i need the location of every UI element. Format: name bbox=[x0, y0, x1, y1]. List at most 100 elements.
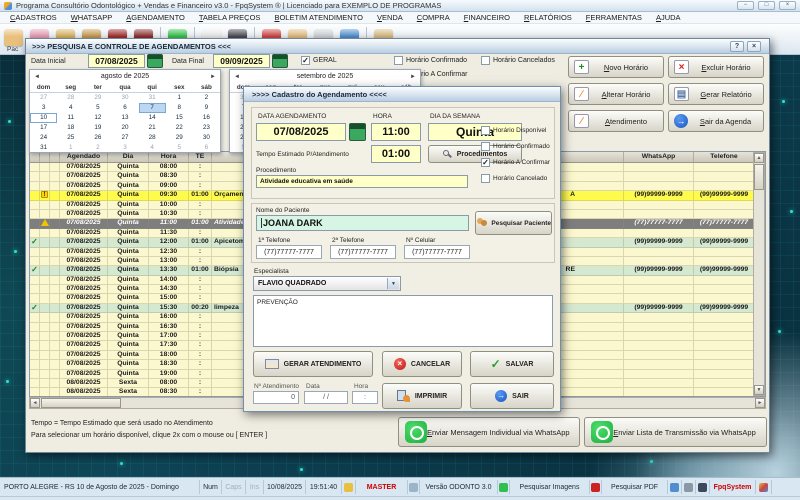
horizontal-scroll-thumb[interactable] bbox=[41, 398, 121, 408]
scroll-down-icon[interactable]: ▼ bbox=[754, 385, 764, 395]
dialog-checkbox-hora-rio-disponi-vel[interactable]: Horário Disponível bbox=[481, 126, 546, 135]
calendar-day[interactable]: 2 bbox=[84, 143, 111, 153]
data-final-calendar-icon[interactable] bbox=[272, 54, 288, 68]
key-icon[interactable] bbox=[344, 482, 353, 492]
status-segment-whatsapp-icon[interactable] bbox=[498, 480, 510, 494]
calendar-day[interactable]: 14 bbox=[139, 113, 166, 123]
calendar-day[interactable]: 26 bbox=[84, 133, 111, 143]
menu-boletim-atendimento[interactable]: BOLETIM ATENDIMENTO bbox=[267, 13, 370, 22]
status-segment-pesquisar-imagens[interactable]: Pesquisar Imagens bbox=[510, 480, 590, 494]
calendar-day[interactable]: 31 bbox=[30, 143, 57, 153]
menu-relato-rios[interactable]: RELATÓRIOS bbox=[517, 13, 579, 22]
help-icon[interactable]: ? bbox=[730, 41, 744, 52]
menu-tabela-prec-os[interactable]: TABELA PREÇOS bbox=[192, 13, 268, 22]
calendar-day[interactable]: 21 bbox=[139, 123, 166, 133]
data-inicial-calendar-icon[interactable] bbox=[147, 54, 163, 68]
calendar-day[interactable]: 6 bbox=[193, 143, 220, 153]
procedimento-field[interactable]: Atividade educativa em saúde bbox=[256, 175, 468, 188]
whatsapp-individual-button[interactable]: Enviar Mensagem Individual via WhatsApp bbox=[398, 417, 580, 447]
filter-checkbox-hora-rio-cancelados[interactable]: Horário Cancelados bbox=[481, 56, 555, 65]
novo-hora-rio-button[interactable]: + Novo Horário bbox=[568, 56, 664, 78]
data-inicial-field[interactable]: 07/08/2025 bbox=[88, 54, 145, 68]
pdf-icon[interactable] bbox=[591, 482, 600, 492]
next-month-icon[interactable]: ► bbox=[210, 73, 216, 81]
col-header-agendado[interactable]: Agendado bbox=[60, 152, 108, 162]
calendar-day[interactable]: 9 bbox=[193, 103, 220, 113]
calendar-day[interactable]: 24 bbox=[30, 133, 57, 143]
dialog-calendar-icon[interactable] bbox=[349, 123, 366, 141]
prev-month-icon[interactable]: ◄ bbox=[234, 73, 240, 81]
celular-field[interactable]: (77)77777-7777 bbox=[404, 245, 470, 259]
calendar-day[interactable]: 16 bbox=[193, 113, 220, 123]
calendar-day[interactable]: 5 bbox=[84, 103, 111, 113]
calendar-day[interactable]: 10 bbox=[30, 113, 58, 123]
patient-icon[interactable] bbox=[4, 29, 23, 46]
col-header-icon-2[interactable] bbox=[50, 152, 60, 162]
computer-icon[interactable] bbox=[409, 482, 418, 492]
dialog-checkbox-hora-rio-cancelado[interactable]: Horário Cancelado bbox=[481, 174, 547, 183]
next-month-icon[interactable]: ► bbox=[410, 73, 416, 81]
scroll-right-icon[interactable]: ► bbox=[755, 398, 765, 408]
calendar-day[interactable]: 17 bbox=[30, 123, 57, 133]
calendar-day[interactable]: 27 bbox=[30, 93, 57, 103]
calendar-day[interactable]: 3 bbox=[30, 103, 57, 113]
calendar-day[interactable]: 7 bbox=[138, 103, 166, 113]
menu-venda[interactable]: VENDA bbox=[370, 13, 410, 22]
filter-checkbox-geral[interactable]: ✓ GERAL bbox=[301, 56, 337, 65]
whatsapp-icon[interactable] bbox=[499, 482, 508, 492]
excluir-hora-rio-button[interactable]: × Excluir Horário bbox=[668, 56, 764, 78]
appointment-dialog-titlebar[interactable]: >>>> Cadastro do Agendamento <<<< bbox=[244, 87, 560, 102]
calendar-day[interactable]: 31 bbox=[139, 93, 166, 103]
calendar-day[interactable]: 4 bbox=[139, 143, 166, 153]
status-segment-logo-icon[interactable] bbox=[756, 480, 772, 494]
status-segment-pesquisar-pdf[interactable]: Pesquisar PDF bbox=[602, 480, 668, 494]
calendar-day[interactable]: 8 bbox=[166, 103, 193, 113]
vertical-scroll-thumb[interactable] bbox=[754, 164, 764, 190]
data-final-field[interactable]: 09/09/2025 bbox=[213, 54, 270, 68]
calendar-day[interactable]: 4 bbox=[57, 103, 84, 113]
status-segment-key-icon[interactable] bbox=[342, 480, 356, 494]
status-segment-computer-icon[interactable] bbox=[408, 480, 420, 494]
calendar-day[interactable]: 25 bbox=[57, 133, 84, 143]
hora-field[interactable]: 11:00 bbox=[371, 123, 421, 141]
sair-button[interactable]: → SAIR bbox=[470, 383, 554, 409]
calendar-day[interactable]: 23 bbox=[193, 123, 220, 133]
cancelar-button[interactable]: × CANCELAR bbox=[382, 351, 462, 377]
calendar-day[interactable]: 13 bbox=[111, 113, 138, 123]
menu-ferramentas[interactable]: FERRAMENTAS bbox=[579, 13, 649, 22]
salvar-button[interactable]: ✓ SALVAR bbox=[470, 351, 554, 377]
prevencao-textarea[interactable]: PREVENÇÃO bbox=[253, 295, 553, 347]
menu-financeiro[interactable]: FINANCEIRO bbox=[457, 13, 517, 22]
hora2-field[interactable]: : bbox=[352, 391, 378, 404]
calendar-day[interactable]: 30 bbox=[111, 93, 138, 103]
calendar-day[interactable]: 27 bbox=[111, 133, 138, 143]
sair-da-agenda-button[interactable]: → Sair da Agenda bbox=[668, 110, 764, 132]
col-header-whatsapp[interactable]: WhatsApp bbox=[624, 152, 694, 162]
col-header-icon-0[interactable] bbox=[30, 152, 40, 162]
menu-cadastros[interactable]: CADASTROS bbox=[3, 13, 64, 22]
window-close-icon[interactable]: × bbox=[747, 41, 761, 52]
calendar-day[interactable]: 20 bbox=[111, 123, 138, 133]
chevron-down-icon[interactable]: ▼ bbox=[387, 278, 399, 289]
col-header-icon-1[interactable] bbox=[40, 152, 50, 162]
vertical-scrollbar[interactable]: ▲ ▼ bbox=[753, 152, 765, 396]
data2-field[interactable]: / / bbox=[304, 391, 348, 404]
menu-compra[interactable]: COMPRA bbox=[410, 13, 457, 22]
monitor-icon[interactable] bbox=[698, 482, 707, 492]
calendar-day[interactable]: 18 bbox=[57, 123, 84, 133]
atendimento-button[interactable]: ∕ Atendimento bbox=[568, 110, 664, 132]
calendar-day[interactable]: 22 bbox=[166, 123, 193, 133]
menu-agendamento[interactable]: AGENDAMENTO bbox=[119, 13, 192, 22]
calendar-day[interactable]: 15 bbox=[166, 113, 193, 123]
especialista-select[interactable]: FLAVIO QUADRADO ▼ bbox=[253, 276, 401, 291]
menu-ajuda[interactable]: AJUDA bbox=[649, 13, 688, 22]
gerar-relato-rio-button[interactable]: ▤ Gerar Relatório bbox=[668, 83, 764, 105]
calendar-day[interactable]: 19 bbox=[84, 123, 111, 133]
calendar-day[interactable]: 29 bbox=[84, 93, 111, 103]
tel1-field[interactable]: (77)77777-7777 bbox=[256, 245, 322, 259]
col-header-telefone[interactable]: Telefone bbox=[694, 152, 755, 162]
calendar-day[interactable]: 12 bbox=[84, 113, 111, 123]
gerar-atendimento-button[interactable]: GERAR ATENDIMENTO bbox=[253, 351, 373, 377]
calendar-day[interactable]: 5 bbox=[166, 143, 193, 153]
dialog-checkbox-hora-rio-confirmado[interactable]: Horário Confirmado bbox=[481, 142, 550, 151]
